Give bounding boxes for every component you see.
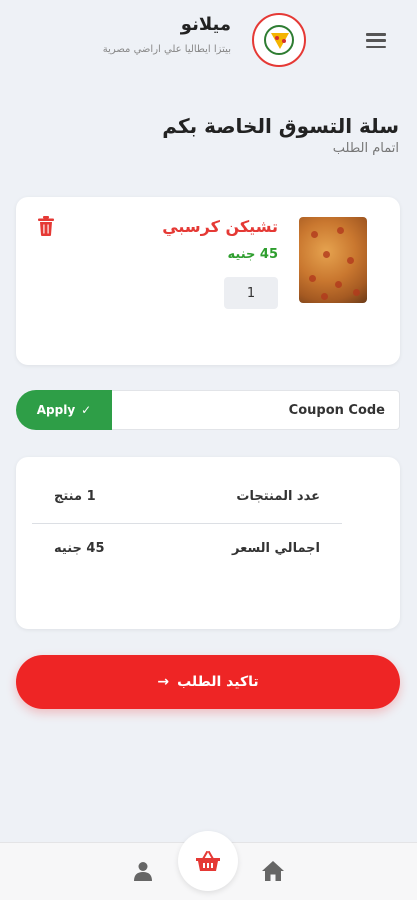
order-summary-card: عدد المنتجات 1 منتج اجمالي السعر 45 جنيه — [16, 457, 400, 629]
app-header: ميلانو بيتزا ايطاليا علي اراضي مصرية — [0, 0, 417, 80]
total-price-value: 45 جنيه — [54, 541, 105, 556]
pizza-logo — [252, 13, 306, 67]
cart-icon[interactable] — [178, 831, 238, 891]
confirm-order-button[interactable]: → تاكيد الطلب — [16, 655, 400, 709]
apply-coupon-button[interactable]: Apply ✓ — [16, 390, 112, 430]
item-name: تشيكن كرسبي — [162, 217, 278, 236]
basket-icon — [196, 851, 220, 871]
cart-item-card: تشيكن كرسبي 45 جنيه 1 — [16, 197, 400, 365]
page-subtitle: اتمام الطلب — [332, 141, 399, 156]
pizza-photo — [299, 217, 367, 303]
brand-name: ميلانو — [180, 14, 231, 35]
coupon-row: Coupon Code Apply ✓ — [16, 390, 400, 430]
page-title: سلة التسوق الخاصة بكم — [162, 114, 399, 138]
item-price: 45 جنيه — [227, 247, 279, 262]
home-icon[interactable] — [262, 860, 284, 882]
brand-tagline: بيتزا ايطاليا علي اراضي مصرية — [102, 44, 231, 55]
check-icon: ✓ — [81, 403, 92, 417]
total-price-label: اجمالي السعر — [232, 541, 320, 556]
coupon-label: Coupon Code — [288, 403, 385, 418]
user-icon[interactable] — [134, 861, 152, 881]
quantity-field[interactable]: 1 — [224, 277, 278, 309]
trash-icon[interactable] — [38, 216, 54, 236]
apply-label: Apply — [36, 403, 76, 417]
summary-divider — [32, 523, 342, 524]
hamburger-menu-icon[interactable] — [366, 33, 386, 49]
arrow-right-icon: → — [157, 674, 170, 690]
item-count-label: عدد المنتجات — [236, 489, 320, 504]
item-count-value: 1 منتج — [54, 489, 96, 504]
confirm-order-label: تاكيد الطلب — [177, 674, 259, 690]
coupon-input[interactable]: Coupon Code — [111, 390, 400, 430]
